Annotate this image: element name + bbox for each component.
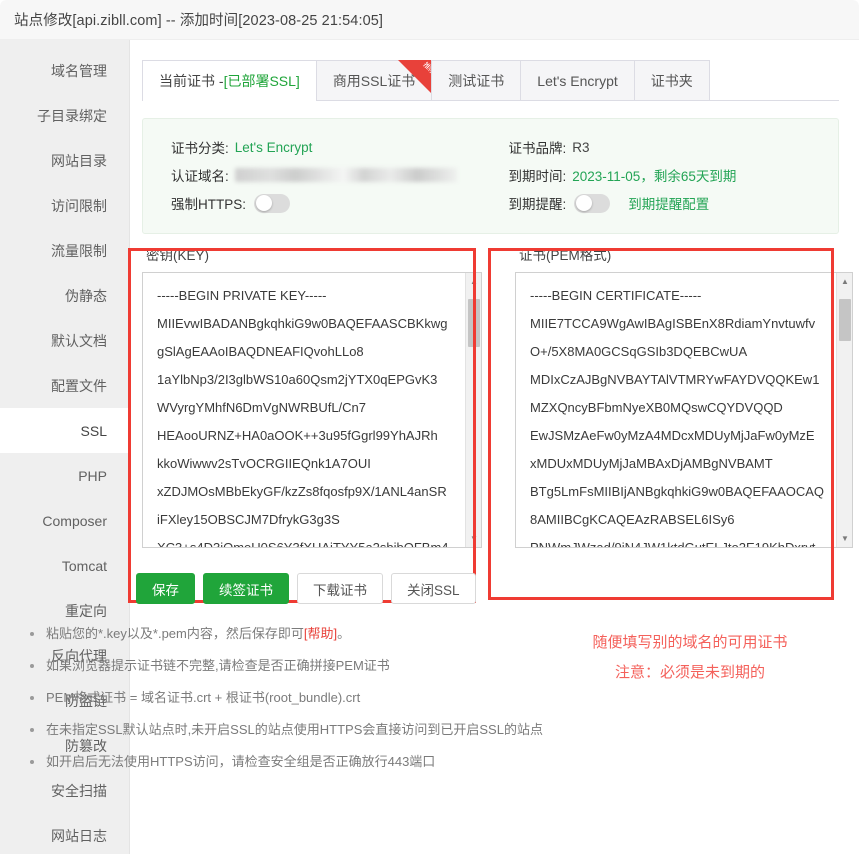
pem-scroll-thumb[interactable] — [839, 299, 851, 341]
ssl-action-buttons: 保存 续签证书 下载证书 关闭SSL — [136, 573, 476, 604]
scroll-down-arrow-icon[interactable]: ▼ — [466, 530, 482, 547]
scroll-up-arrow-icon[interactable]: ▲ — [837, 273, 853, 290]
cert-domain-row: 认证域名: — [171, 161, 491, 189]
cert-expire-value: 2023-11-05，剩余65天到期 — [572, 165, 736, 185]
sidebar-item-config-file[interactable]: 配置文件 — [0, 363, 129, 408]
sidebar-item-composer[interactable]: Composer — [0, 498, 129, 543]
sidebar-item-ssl[interactable]: SSL — [0, 408, 129, 453]
key-editor-column: 密钥(KEY) -----BEGIN PRIVATE KEY----- MIIE… — [142, 234, 482, 548]
annotation-line-1: 随便填写别的域名的可用证书 — [530, 628, 850, 658]
key-textarea-scrollbar[interactable]: ▲ ▼ — [465, 273, 481, 547]
renew-cert-button[interactable]: 续签证书 — [203, 573, 289, 604]
tab-test-cert-label: 测试证书 — [448, 71, 504, 91]
cert-expire-label: 到期时间: — [509, 165, 567, 185]
tab-cert-folder-label: 证书夹 — [651, 71, 693, 91]
note-tail: 。 — [337, 622, 350, 646]
ssl-help-notes: 粘贴您的*.key以及*.pem内容，然后保存即可[帮助]。 如果浏览器提示证书… — [30, 622, 590, 782]
cert-category-label: 证书分类: — [171, 137, 229, 157]
pem-editor-label: 证书(PEM格式) — [515, 244, 853, 264]
list-item: PEM格式证书 = 域名证书.crt + 根证书(root_bundle).cr… — [30, 686, 590, 710]
sidebar-item-tomcat[interactable]: Tomcat — [0, 543, 129, 588]
list-item: 如果浏览器提示证书链不完整,请检查是否正确拼接PEM证书 — [30, 654, 590, 678]
bullet-icon — [30, 664, 34, 668]
cert-domain-label: 认证域名: — [171, 165, 229, 185]
expire-notice-config-link[interactable]: 到期提醒配置 — [628, 193, 709, 213]
sidebar-item-traffic-limit[interactable]: 流量限制 — [0, 228, 129, 273]
tab-commercial-ssl[interactable]: 商用SSL证书 推荐 — [316, 60, 431, 100]
list-item: 在未指定SSL默认站点时,未开启SSL的站点使用HTTPS会直接访问到已开启SS… — [30, 718, 590, 742]
pem-textarea[interactable]: -----BEGIN CERTIFICATE----- MIIE7TCCA9Wg… — [516, 273, 836, 547]
certificate-info-right-column: 证书品牌: R3 到期时间: 2023-11-05，剩余65天到期 到期提醒: … — [491, 133, 839, 217]
certificate-editors: 密钥(KEY) -----BEGIN PRIVATE KEY----- MIIE… — [130, 234, 859, 548]
tab-cert-folder[interactable]: 证书夹 — [634, 60, 710, 100]
note-text: 在未指定SSL默认站点时,未开启SSL的站点使用HTTPS会直接访问到已开启SS… — [46, 718, 543, 742]
expire-notice-row: 到期提醒: 到期提醒配置 — [509, 189, 839, 217]
note-text: 粘贴您的*.key以及*.pem内容，然后保存即可 — [46, 622, 304, 646]
tab-lets-encrypt[interactable]: Let's Encrypt — [520, 60, 634, 100]
help-link[interactable]: [帮助] — [304, 622, 337, 646]
annotation-line-2: 注意：必须是未到期的 — [530, 658, 850, 688]
pem-textarea-scrollbar[interactable]: ▲ ▼ — [836, 273, 852, 547]
bullet-icon — [30, 696, 34, 700]
cert-brand-label: 证书品牌: — [509, 137, 567, 157]
tab-commercial-ssl-label: 商用SSL证书 — [333, 71, 415, 91]
key-textarea[interactable]: -----BEGIN PRIVATE KEY----- MIIEvwIBADAN… — [143, 273, 465, 547]
tab-current-cert-label: 当前证书 - — [159, 71, 224, 91]
sidebar-item-php[interactable]: PHP — [0, 453, 129, 498]
sidebar-item-site-log[interactable]: 网站日志 — [0, 813, 129, 854]
list-item: 粘贴您的*.key以及*.pem内容，然后保存即可[帮助]。 — [30, 622, 590, 646]
note-text: 如开启后无法使用HTTPS访问，请检查安全组是否正确放行443端口 — [46, 750, 435, 774]
cert-domain-redacted-value — [235, 168, 457, 182]
site-edit-window: 站点修改[api.zibll.com] -- 添加时间[2023-08-25 2… — [0, 0, 859, 854]
sidebar-item-subdir[interactable]: 子目录绑定 — [0, 93, 129, 138]
sidebar-item-domain[interactable]: 域名管理 — [0, 48, 129, 93]
tab-lets-encrypt-label: Let's Encrypt — [537, 73, 618, 89]
key-scroll-thumb[interactable] — [468, 299, 480, 347]
save-button[interactable]: 保存 — [136, 573, 195, 604]
key-textarea-wrapper[interactable]: -----BEGIN PRIVATE KEY----- MIIEvwIBADAN… — [142, 272, 482, 548]
force-https-row: 强制HTTPS: — [171, 189, 491, 217]
pem-textarea-wrapper[interactable]: -----BEGIN CERTIFICATE----- MIIE7TCCA9Wg… — [515, 272, 853, 548]
cert-brand-row: 证书品牌: R3 — [509, 133, 839, 161]
note-text: 如果浏览器提示证书链不完整,请检查是否正确拼接PEM证书 — [46, 654, 390, 678]
scroll-up-arrow-icon[interactable]: ▲ — [466, 273, 482, 290]
key-editor-label: 密钥(KEY) — [142, 244, 482, 264]
force-https-toggle[interactable] — [254, 194, 290, 213]
sidebar-item-access-limit[interactable]: 访问限制 — [0, 183, 129, 228]
tab-current-cert[interactable]: 当前证书 - [已部署SSL] — [142, 60, 316, 101]
bullet-icon — [30, 632, 34, 636]
close-ssl-button[interactable]: 关闭SSL — [391, 573, 476, 604]
tab-test-cert[interactable]: 测试证书 — [431, 60, 520, 100]
sidebar-item-webdir[interactable]: 网站目录 — [0, 138, 129, 183]
expire-notice-toggle[interactable] — [574, 194, 610, 213]
scroll-down-arrow-icon[interactable]: ▼ — [837, 530, 853, 547]
red-annotation: 随便填写别的域名的可用证书 注意：必须是未到期的 — [530, 628, 850, 688]
cert-brand-value: R3 — [572, 140, 589, 155]
force-https-label: 强制HTTPS: — [171, 193, 246, 213]
sidebar-item-rewrite[interactable]: 伪静态 — [0, 273, 129, 318]
bullet-icon — [30, 728, 34, 732]
list-item: 如开启后无法使用HTTPS访问，请检查安全组是否正确放行443端口 — [30, 750, 590, 774]
expire-notice-label: 到期提醒: — [509, 193, 567, 213]
certificate-info-panel: 证书分类: Let's Encrypt 认证域名: 强制HTTPS: 证书品牌: — [142, 118, 839, 234]
window-title: 站点修改[api.zibll.com] -- 添加时间[2023-08-25 2… — [14, 9, 383, 30]
tab-current-cert-status: [已部署SSL] — [224, 71, 300, 91]
cert-category-value: Let's Encrypt — [235, 140, 313, 155]
bullet-icon — [30, 760, 34, 764]
window-titlebar: 站点修改[api.zibll.com] -- 添加时间[2023-08-25 2… — [0, 0, 859, 40]
download-cert-button[interactable]: 下载证书 — [297, 573, 383, 604]
note-text: PEM格式证书 = 域名证书.crt + 根证书(root_bundle).cr… — [46, 686, 360, 710]
ssl-tabs: 当前证书 - [已部署SSL] 商用SSL证书 推荐 测试证书 Let's En… — [142, 60, 839, 101]
certificate-info-left-column: 证书分类: Let's Encrypt 认证域名: 强制HTTPS: — [143, 133, 491, 217]
cert-expire-row: 到期时间: 2023-11-05，剩余65天到期 — [509, 161, 839, 189]
pem-editor-column: 证书(PEM格式) -----BEGIN CERTIFICATE----- MI… — [515, 234, 853, 548]
cert-category-row: 证书分类: Let's Encrypt — [171, 133, 491, 161]
sidebar-item-default-doc[interactable]: 默认文档 — [0, 318, 129, 363]
